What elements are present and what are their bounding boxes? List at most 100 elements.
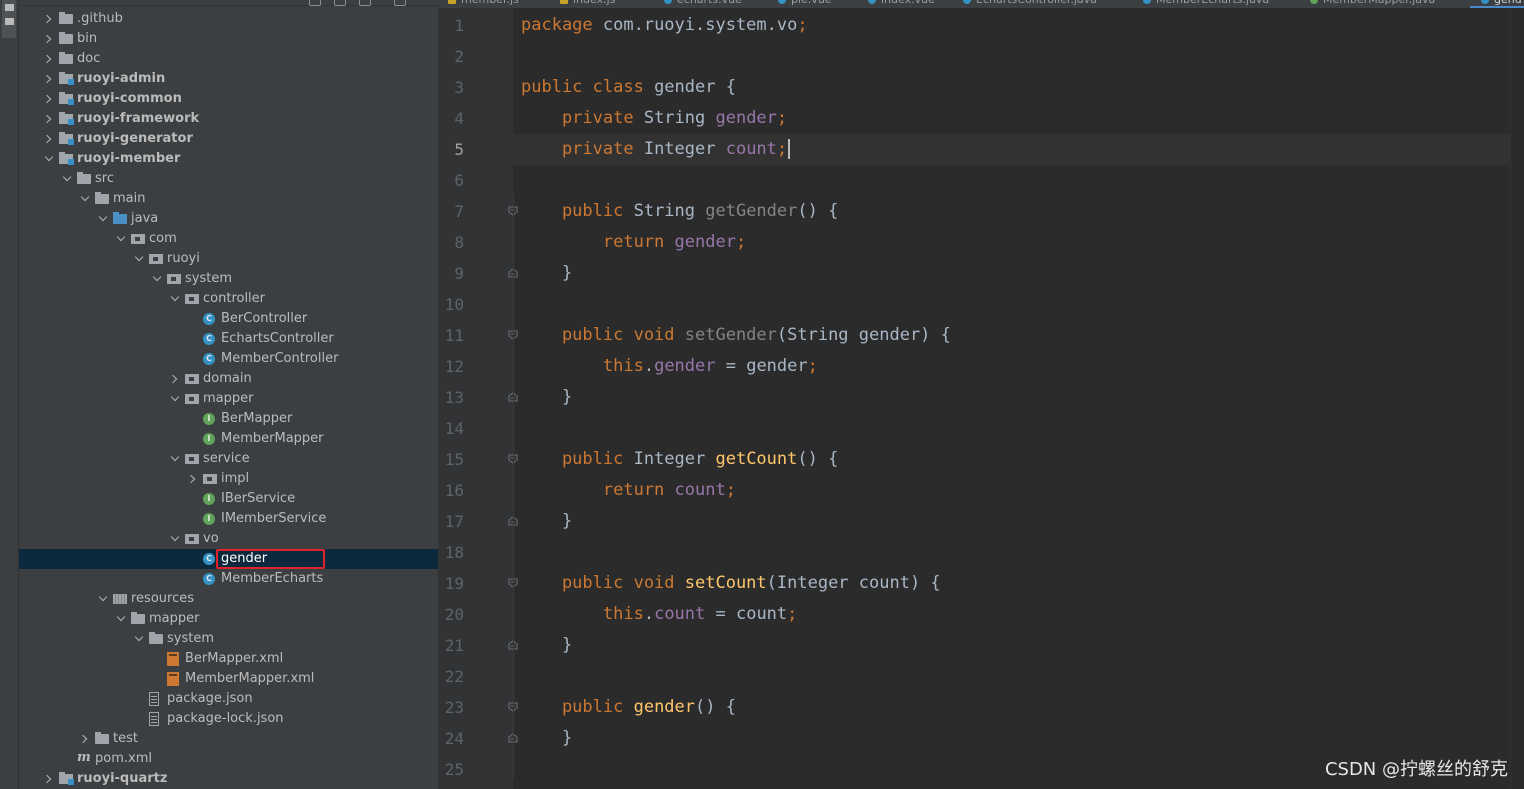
tree-item[interactable]: main [19, 189, 438, 209]
code-line[interactable]: public class gender { [521, 72, 736, 103]
editor-tab[interactable]: MemberEcharts.java [1143, 0, 1269, 7]
tree-item[interactable]: system [19, 629, 438, 649]
tree-item[interactable]: service [19, 449, 438, 469]
tree-item[interactable]: java [19, 209, 438, 229]
tree-item[interactable]: m pom.xml [19, 749, 438, 769]
tree-item[interactable]: C EchartsController [19, 329, 438, 349]
tree-item[interactable]: ruoyi-framework [19, 109, 438, 129]
chevron-down-icon[interactable] [170, 289, 180, 309]
line-number: 23 [444, 698, 464, 717]
code-line[interactable]: this.gender = gender; [521, 351, 818, 382]
editor-tab-label: EchartsController.java [976, 0, 1097, 6]
chevron-right-icon[interactable] [44, 29, 54, 49]
tree-item[interactable]: package-lock.json [19, 709, 438, 729]
tree-item[interactable]: I IBerService [19, 489, 438, 509]
tree-item[interactable]: ruoyi [19, 249, 438, 269]
tree-item[interactable]: ruoyi-common [19, 89, 438, 109]
editor-tab[interactable]: MemberMapper.java [1310, 0, 1435, 7]
tree-item[interactable]: doc [19, 49, 438, 69]
code-line[interactable]: return count; [521, 475, 736, 506]
tree-item[interactable]: mapper [19, 389, 438, 409]
editor-tab[interactable]: index.js [560, 0, 615, 7]
tree-item[interactable]: system [19, 269, 438, 289]
locate-icon[interactable] [309, 0, 321, 6]
tree-item[interactable]: C BerController [19, 309, 438, 329]
collapse-all-icon[interactable] [334, 0, 346, 6]
chevron-down-icon[interactable] [116, 229, 126, 249]
code-line[interactable]: } [521, 630, 572, 661]
tree-item[interactable]: bin [19, 29, 438, 49]
editor-tab[interactable]: pie.vue [778, 0, 832, 7]
code-line[interactable]: this.count = count; [521, 599, 798, 630]
chevron-down-icon[interactable] [62, 169, 72, 189]
tree-item[interactable]: C MemberEcharts [19, 569, 438, 589]
editor-tab[interactable]: echarts.vue [664, 0, 742, 7]
tree-item[interactable]: I MemberMapper [19, 429, 438, 449]
chevron-right-icon[interactable] [80, 729, 90, 749]
chevron-down-icon[interactable] [134, 249, 144, 269]
code-line[interactable]: public void setGender(String gender) { [521, 320, 951, 351]
editor-tab[interactable]: index.vue [868, 0, 935, 7]
chevron-right-icon[interactable] [44, 69, 54, 89]
chevron-down-icon[interactable] [152, 269, 162, 289]
tree-item[interactable]: ruoyi-quartz [19, 769, 438, 789]
tree-item[interactable]: package.json [19, 689, 438, 709]
code-line[interactable]: } [521, 382, 572, 413]
tree-item-label: IMemberService [221, 511, 327, 526]
gear-icon[interactable] [394, 0, 406, 6]
code-line[interactable]: private String gender; [521, 103, 787, 134]
chevron-down-icon[interactable] [98, 589, 108, 609]
code-line[interactable]: private Integer count; [521, 134, 791, 165]
tree-item[interactable]: impl [19, 469, 438, 489]
code-line[interactable]: public String getGender() { [521, 196, 838, 227]
chevron-down-icon[interactable] [98, 209, 108, 229]
code-line[interactable]: public gender() { [521, 692, 736, 723]
tree-item[interactable]: resources [19, 589, 438, 609]
tree-item[interactable]: test [19, 729, 438, 749]
tree-item[interactable]: ruoyi-admin [19, 69, 438, 89]
tree-item[interactable]: domain [19, 369, 438, 389]
chevron-down-icon[interactable] [80, 189, 90, 209]
code-line[interactable]: public Integer getCount() { [521, 444, 838, 475]
chevron-down-icon[interactable] [116, 609, 126, 629]
editor-tab[interactable]: gend [1481, 0, 1522, 7]
chevron-down-icon[interactable] [134, 629, 144, 649]
tree-item[interactable]: vo [19, 529, 438, 549]
chevron-down-icon[interactable] [170, 389, 180, 409]
chevron-down-icon[interactable] [170, 449, 180, 469]
tree-item[interactable]: src [19, 169, 438, 189]
code-line[interactable]: } [521, 723, 572, 754]
code-line[interactable]: } [521, 258, 572, 289]
chevron-right-icon[interactable] [44, 129, 54, 149]
tree-item[interactable]: controller [19, 289, 438, 309]
editor-tab[interactable]: member.js [448, 0, 519, 7]
code-line[interactable]: } [521, 506, 572, 537]
expand-icon[interactable] [359, 0, 371, 6]
tree-item[interactable]: BerMapper.xml [19, 649, 438, 669]
chevron-right-icon[interactable] [44, 49, 54, 69]
package-icon [185, 534, 199, 544]
chevron-right-icon[interactable] [44, 769, 54, 789]
project-tool-tab[interactable] [2, 0, 16, 38]
tree-item[interactable]: .github [19, 9, 438, 29]
chevron-right-icon[interactable] [188, 469, 198, 489]
tree-item[interactable]: I IMemberService [19, 509, 438, 529]
tree-item[interactable]: MemberMapper.xml [19, 669, 438, 689]
chevron-right-icon[interactable] [170, 369, 180, 389]
tree-item[interactable]: C MemberController [19, 349, 438, 369]
tree-item[interactable]: mapper [19, 609, 438, 629]
tree-item[interactable]: I BerMapper [19, 409, 438, 429]
chevron-right-icon[interactable] [44, 109, 54, 129]
chevron-down-icon[interactable] [44, 149, 54, 169]
editor-tab[interactable]: EchartsController.java [963, 0, 1097, 7]
code-line[interactable]: public void setCount(Integer count) { [521, 568, 941, 599]
tree-item[interactable]: ruoyi-generator [19, 129, 438, 149]
chevron-down-icon[interactable] [170, 529, 180, 549]
tree-item-label: ruoyi [167, 251, 200, 266]
tree-item[interactable]: com [19, 229, 438, 249]
tree-item[interactable]: ruoyi-member [19, 149, 438, 169]
chevron-right-icon[interactable] [44, 89, 54, 109]
code-line[interactable]: return gender; [521, 227, 746, 258]
chevron-right-icon[interactable] [44, 9, 54, 29]
code-line[interactable]: package com.ruoyi.system.vo; [521, 10, 808, 41]
